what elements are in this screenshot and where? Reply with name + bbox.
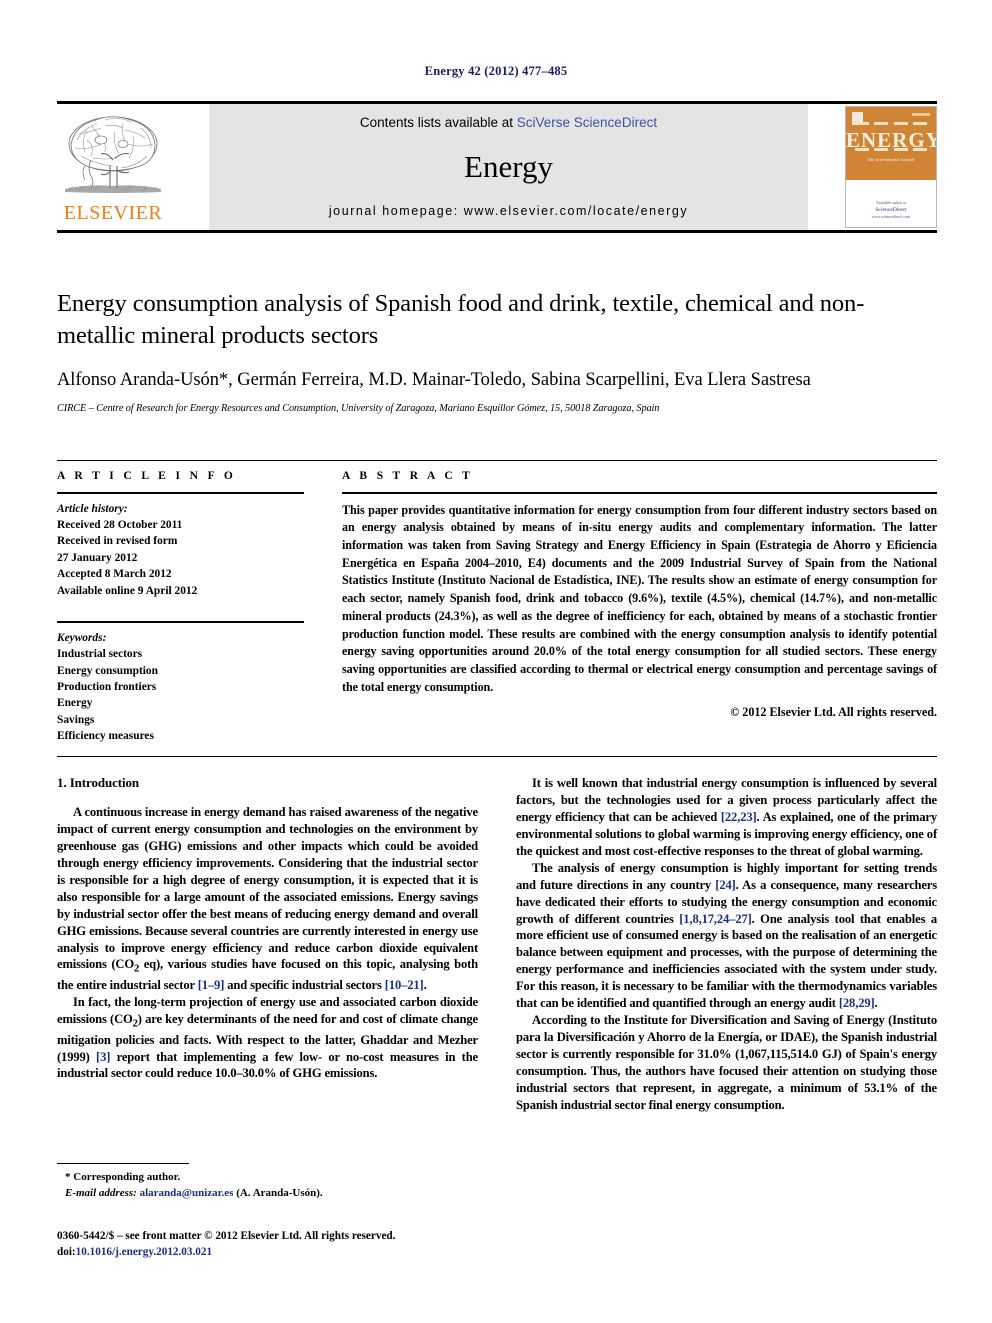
abstract-heading: A B S T R A C T: [342, 470, 474, 482]
article-info-rule: [57, 492, 304, 494]
cover-sciencedirect-footer: Available online at ScienceDirect www.sc…: [846, 200, 936, 220]
history-item: Accepted 8 March 2012: [57, 568, 172, 581]
cover-footer-brand: ScienceDirect: [875, 206, 907, 213]
abstract-rule: [342, 492, 937, 494]
text-run: A continuous increase in energy demand h…: [57, 805, 478, 972]
body-right-column: It is well known that industrial energy …: [516, 775, 937, 1114]
running-head: Energy 42 (2012) 477–485: [424, 64, 568, 78]
info-top-rule: [57, 460, 937, 461]
elsevier-tree-icon: [65, 116, 161, 193]
abstract-text: This paper provides quantitative informa…: [342, 502, 937, 694]
email-note: E-mail address: alaranda@unizar.es (A. A…: [57, 1186, 478, 1202]
copyright-line: © 2012 Elsevier Ltd. All rights reserved…: [730, 705, 937, 720]
body-paragraph: The analysis of energy consumption is hi…: [516, 860, 937, 1012]
cover-text-row-top: [852, 122, 930, 125]
keyword-item: Industrial sectors: [57, 648, 143, 661]
cover-subtitle: The International Journal: [867, 157, 915, 162]
keywords-rule: [57, 621, 304, 623]
footnote-area: * Corresponding author. E-mail address: …: [57, 1163, 478, 1201]
body-paragraph: In fact, the long-term projection of ene…: [57, 994, 478, 1082]
journal-banner: Contents lists available at SciVerse Sci…: [209, 104, 808, 230]
email-label: E-mail address:: [65, 1186, 137, 1199]
keyword-item: Efficiency measures: [57, 730, 154, 743]
text-run: .: [874, 996, 878, 1011]
body-paragraph: A continuous increase in energy demand h…: [57, 804, 478, 994]
keyword-item: Energy consumption: [57, 664, 158, 677]
page-title: Energy consumption analysis of Spanish f…: [57, 290, 865, 349]
article-info-heading: A R T I C L E I N F O: [57, 470, 237, 482]
masthead-bottom-rule: [57, 230, 937, 233]
column-gutter: [304, 470, 342, 745]
corresponding-author-note: * Corresponding author.: [65, 1171, 181, 1183]
right-paragraph-container: It is well known that industrial energy …: [516, 775, 937, 1114]
body-paragraph: It is well known that industrial energy …: [516, 775, 937, 860]
body-gutter: [478, 775, 516, 1114]
info-abstract-block: A R T I C L E I N F O Article history: R…: [57, 460, 937, 757]
citation-reference[interactable]: [3]: [96, 1050, 110, 1064]
journal-homepage[interactable]: journal homepage: www.elsevier.com/locat…: [209, 204, 808, 218]
citation-reference[interactable]: [22,23]: [721, 810, 757, 824]
doi-link[interactable]: 10.1016/j.energy.2012.03.021: [76, 1246, 212, 1258]
journal-cover-thumbnail: ENERGY The International Journal Availab…: [845, 106, 937, 228]
article-info-column: A R T I C L E I N F O Article history: R…: [57, 470, 304, 745]
body-columns: 1. Introduction A continuous increase in…: [57, 775, 937, 1114]
contents-prefix: Contents lists available at: [359, 115, 517, 130]
journal-title: Energy: [464, 148, 553, 184]
article-history-list: Received 28 October 2011 Received in rev…: [57, 517, 304, 599]
citation-reference[interactable]: [1,8,17,24–27]: [679, 912, 752, 926]
left-paragraph-container: A continuous increase in energy demand h…: [57, 804, 478, 1082]
history-item: Available online 9 April 2012: [57, 584, 198, 597]
citation-reference[interactable]: [10–21]: [385, 978, 424, 992]
journal-masthead: ELSEVIER Contents lists available at Sci…: [57, 101, 937, 233]
email-link[interactable]: alaranda@unizar.es: [140, 1187, 234, 1199]
cover-issue-mark: [912, 113, 930, 116]
author-list: Alfonso Aranda-Usón*, Germán Ferreira, M…: [57, 369, 811, 390]
issn-doi-block: 0360-5442/$ – see front matter © 2012 El…: [57, 1228, 478, 1260]
citation-reference[interactable]: [1–9]: [198, 978, 225, 992]
citation-reference[interactable]: [28,29]: [839, 996, 875, 1010]
elsevier-logo: ELSEVIER: [57, 104, 169, 230]
keyword-item: Production frontiers: [57, 680, 157, 693]
doi-line: doi:10.1016/j.energy.2012.03.021: [57, 1244, 478, 1260]
section-heading-introduction: 1. Introduction: [57, 775, 140, 790]
keyword-item: Savings: [57, 713, 95, 726]
keywords-block: Keywords: Industrial sectors Energy cons…: [57, 621, 304, 745]
citation-reference[interactable]: [24]: [715, 878, 736, 892]
cover-text-row-bottom: [852, 148, 930, 151]
history-item: Received in revised form: [57, 535, 178, 548]
info-bottom-rule: [57, 755, 937, 757]
doi-label: doi:: [57, 1246, 76, 1259]
title-block: Energy consumption analysis of Spanish f…: [57, 288, 937, 414]
text-run: According to the Institute for Diversifi…: [516, 1013, 937, 1112]
text-run: and specific industrial sectors: [224, 978, 385, 993]
affiliation: CIRCE – Centre of Research for Energy Re…: [57, 403, 660, 415]
issn-line: 0360-5442/$ – see front matter © 2012 El…: [57, 1230, 396, 1242]
footnote-rule: [57, 1163, 189, 1164]
history-item: 27 January 2012: [57, 551, 138, 564]
email-suffix: (A. Aranda-Usón).: [233, 1186, 323, 1199]
elsevier-wordmark: ELSEVIER: [63, 202, 163, 224]
contents-list-line: Contents lists available at SciVerse Sci…: [209, 115, 808, 130]
article-history-label: Article history:: [57, 502, 128, 515]
cover-footer-url: www.sciencedirect.com: [871, 214, 911, 219]
body-paragraph: According to the Institute for Diversifi…: [516, 1012, 937, 1114]
document-page: Energy 42 (2012) 477–485 ELSEVIER Conten…: [0, 0, 992, 1323]
text-run: report that implementing a few low- or n…: [57, 1049, 478, 1081]
abstract-column: A B S T R A C T This paper provides quan…: [342, 470, 937, 745]
keywords-label: Keywords:: [57, 631, 107, 644]
keyword-item: Energy: [57, 697, 93, 710]
history-item: Received 28 October 2011: [57, 519, 183, 532]
text-run: .: [423, 978, 427, 993]
sciencedirect-link[interactable]: SciVerse ScienceDirect: [517, 115, 657, 130]
body-left-column: 1. Introduction A continuous increase in…: [57, 775, 478, 1114]
